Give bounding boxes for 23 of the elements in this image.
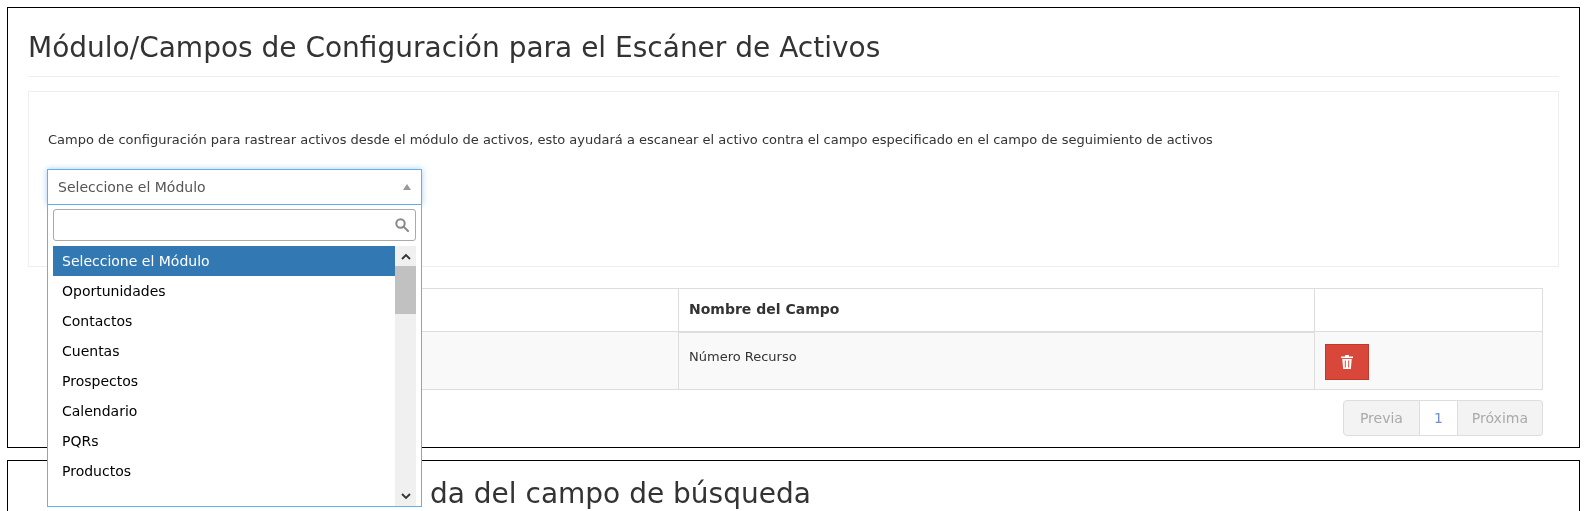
chevron-down-icon — [400, 493, 411, 500]
column-header: Nombre del Campo — [678, 288, 1315, 332]
dropdown-option[interactable]: Cuentas — [53, 336, 395, 366]
search-field[interactable] — [53, 209, 416, 241]
panel-title: Módulo/Campos de Configuración para el Escáner de Activos — [28, 30, 882, 66]
panel-title: da del campo de búsqueda — [430, 477, 812, 511]
dropdown-option[interactable]: Prospectos — [53, 366, 395, 396]
dropdown-option[interactable]: Productos — [53, 456, 395, 486]
dropdown-option[interactable]: PQRs — [53, 426, 395, 456]
trash-icon — [1341, 355, 1353, 369]
description: Campo de configuración para rastrear activos desde el módulo de activos, esto ayudará a escanear el activo contra el campo especificado en el campo de seguimiento de activos — [48, 131, 1214, 149]
table-cell: Número Recurso — [678, 331, 1315, 390]
dropdown-option[interactable]: Oportunidades — [53, 276, 395, 306]
scrollbar-thumb[interactable] — [395, 266, 416, 314]
caret-icon — [403, 184, 411, 190]
delete-button[interactable] — [1325, 344, 1369, 380]
module-select[interactable]: Seleccione el Módulo — [47, 169, 422, 205]
scrollbar[interactable] — [395, 246, 416, 506]
dropdown-option[interactable]: Seleccione el Módulo — [53, 246, 395, 276]
chevron-up-icon — [400, 253, 411, 260]
dropdown-option[interactable]: Calendario — [53, 396, 395, 426]
search-icon — [395, 218, 409, 232]
dropdown-option[interactable]: Contactos — [53, 306, 395, 336]
